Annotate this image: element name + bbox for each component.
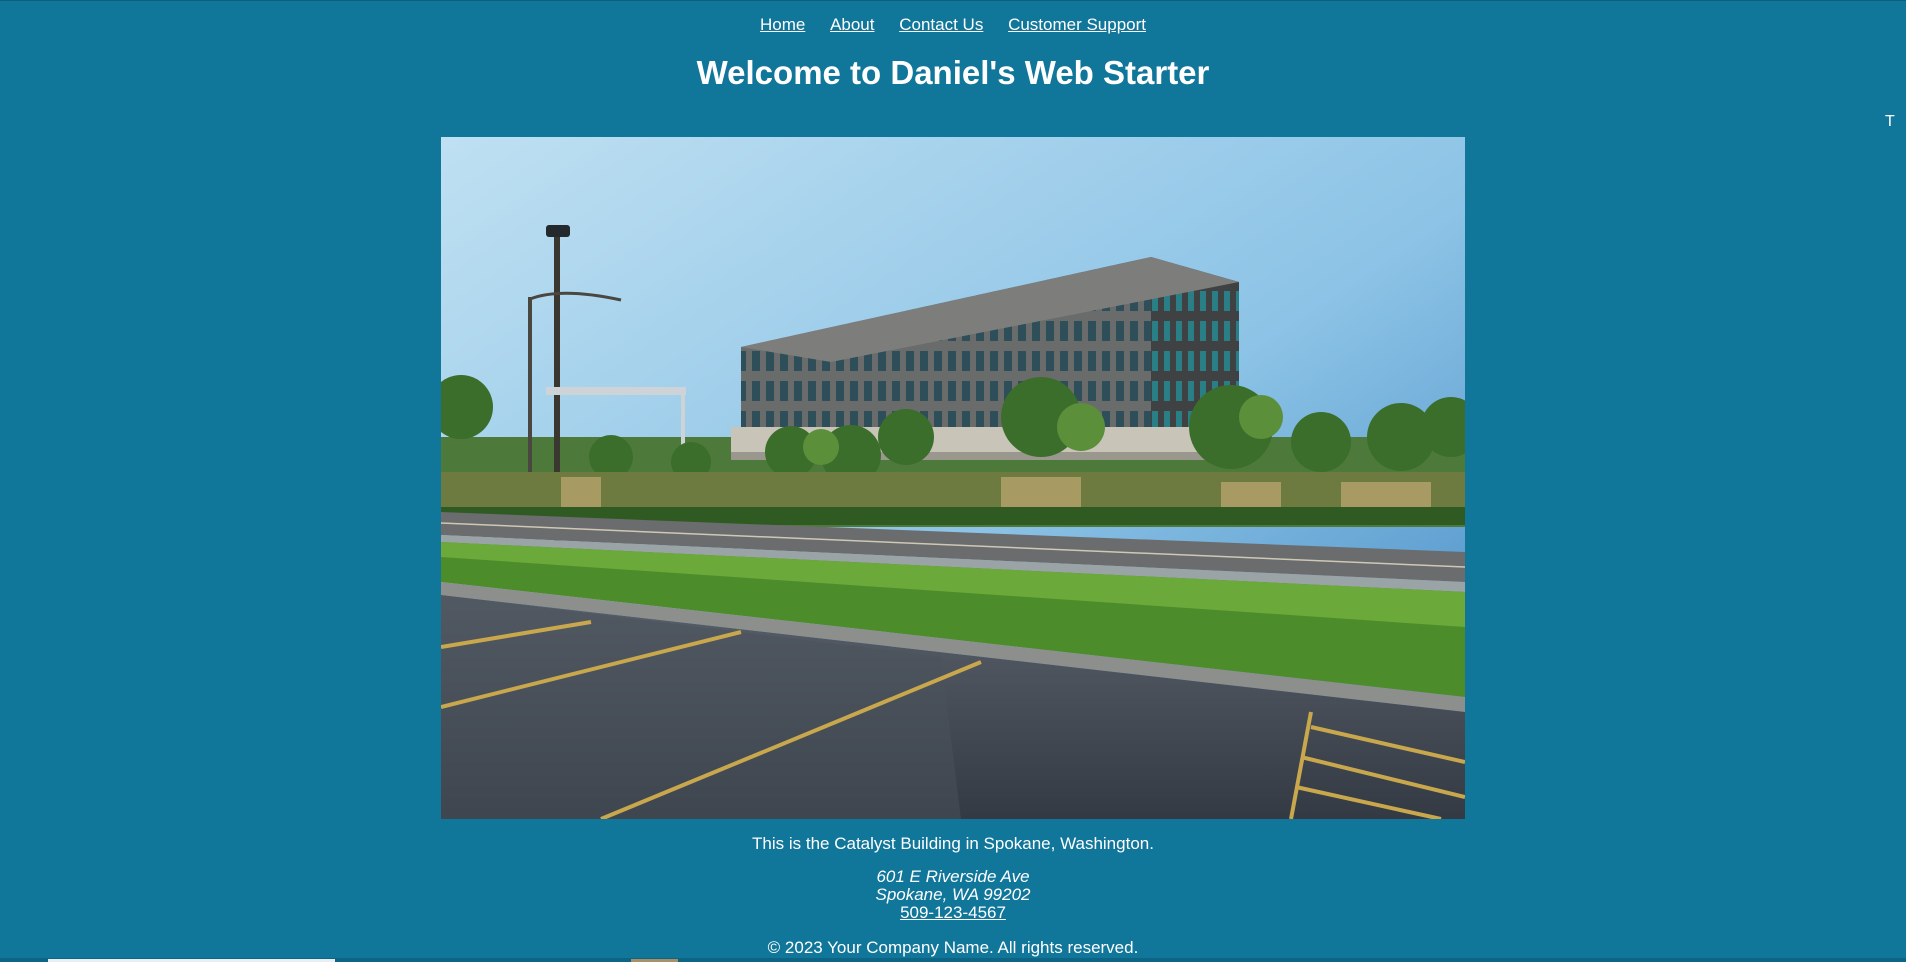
top-navigation: Home About Contact Us Customer Support bbox=[0, 15, 1906, 35]
phone-link[interactable]: 509-123-4567 bbox=[900, 903, 1006, 922]
nav-link-about[interactable]: About bbox=[830, 15, 874, 34]
stray-text: T bbox=[1885, 113, 1895, 130]
image-caption: This is the Catalyst Building in Spokane… bbox=[752, 834, 1154, 853]
address-block: 601 E Riverside Ave Spokane, WA 99202 50… bbox=[0, 868, 1906, 922]
address-street: 601 E Riverside Ave bbox=[876, 867, 1030, 886]
nav-link-customer-support[interactable]: Customer Support bbox=[1008, 15, 1146, 34]
page-title: Welcome to Daniel's Web Starter bbox=[696, 54, 1210, 91]
footer-copyright: © 2023 Your Company Name. All rights res… bbox=[767, 938, 1139, 957]
address-city: Spokane, WA 99202 bbox=[875, 885, 1031, 904]
bottom-scroll-strip bbox=[0, 958, 1906, 962]
nav-link-contact-us[interactable]: Contact Us bbox=[899, 15, 983, 34]
hero-image bbox=[441, 137, 1465, 819]
top-border bbox=[0, 0, 1906, 1]
nav-link-home[interactable]: Home bbox=[760, 15, 805, 34]
